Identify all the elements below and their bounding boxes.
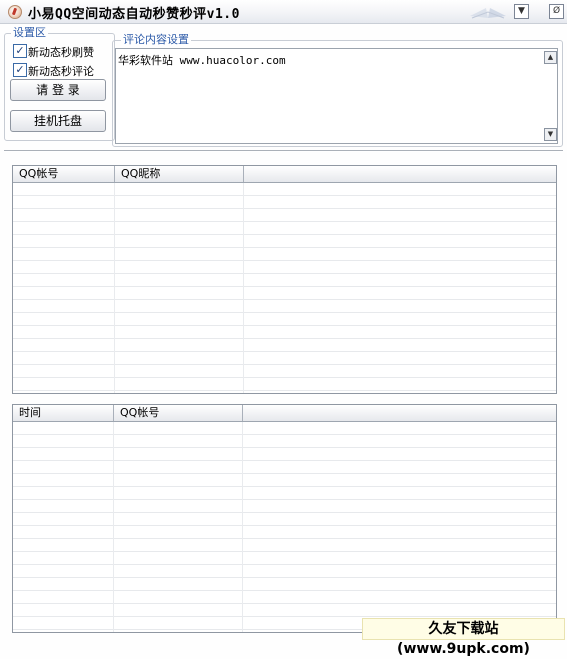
log-list[interactable]: 时间 QQ帐号 [12, 404, 557, 633]
comment-group-title: 评论内容设置 [121, 33, 191, 47]
scroll-up-button[interactable]: ▲ [544, 51, 557, 64]
scroll-down-button[interactable]: ▼ [544, 128, 557, 141]
comment-checkbox-label: 新动态秒评论 [28, 65, 94, 78]
column-divider [243, 183, 244, 393]
column-header-time[interactable]: 时间 [13, 405, 114, 421]
login-button[interactable]: 请 登 录 [10, 79, 106, 101]
watermark: 久友下载站(www.9upk.com) [362, 618, 565, 657]
log-list-rows [13, 422, 556, 632]
check-icon: ✓ [15, 63, 25, 76]
like-checkbox-label: 新动态秒刷赞 [28, 46, 94, 59]
tray-button[interactable]: 挂机托盘 [10, 110, 106, 132]
settings-group-title: 设置区 [11, 26, 48, 40]
minimize-icon: ▼ [518, 6, 525, 16]
check-icon: ✓ [15, 44, 25, 57]
close-icon: Ø [552, 6, 561, 16]
window-title: 小易QQ空间动态自动秒赞秒评v1.0 [28, 7, 240, 22]
comment-checkbox[interactable]: ✓ [13, 63, 27, 77]
decor-book-icon [470, 8, 506, 19]
scroll-up-icon: ▲ [547, 53, 554, 61]
accounts-list-rows [13, 183, 556, 393]
column-divider [113, 422, 114, 632]
column-header-qq-nickname[interactable]: QQ昵称 [115, 166, 244, 182]
scroll-down-icon: ▼ [547, 130, 554, 138]
comment-text: 华彩软件站 www.huacolor.com [118, 54, 286, 67]
log-list-header: 时间 QQ帐号 [13, 405, 556, 422]
column-header-qq-account[interactable]: QQ帐号 [114, 405, 243, 421]
accounts-list[interactable]: QQ帐号 QQ昵称 [12, 165, 557, 394]
accounts-list-header: QQ帐号 QQ昵称 [13, 166, 556, 183]
column-divider [242, 422, 243, 632]
divider [4, 150, 563, 152]
app-icon [8, 5, 22, 19]
minimize-button[interactable]: ▼ [514, 4, 529, 19]
like-checkbox[interactable]: ✓ [13, 44, 27, 58]
column-header-qq-account[interactable]: QQ帐号 [13, 166, 115, 182]
close-button[interactable]: Ø [549, 4, 564, 19]
column-divider [114, 183, 115, 393]
